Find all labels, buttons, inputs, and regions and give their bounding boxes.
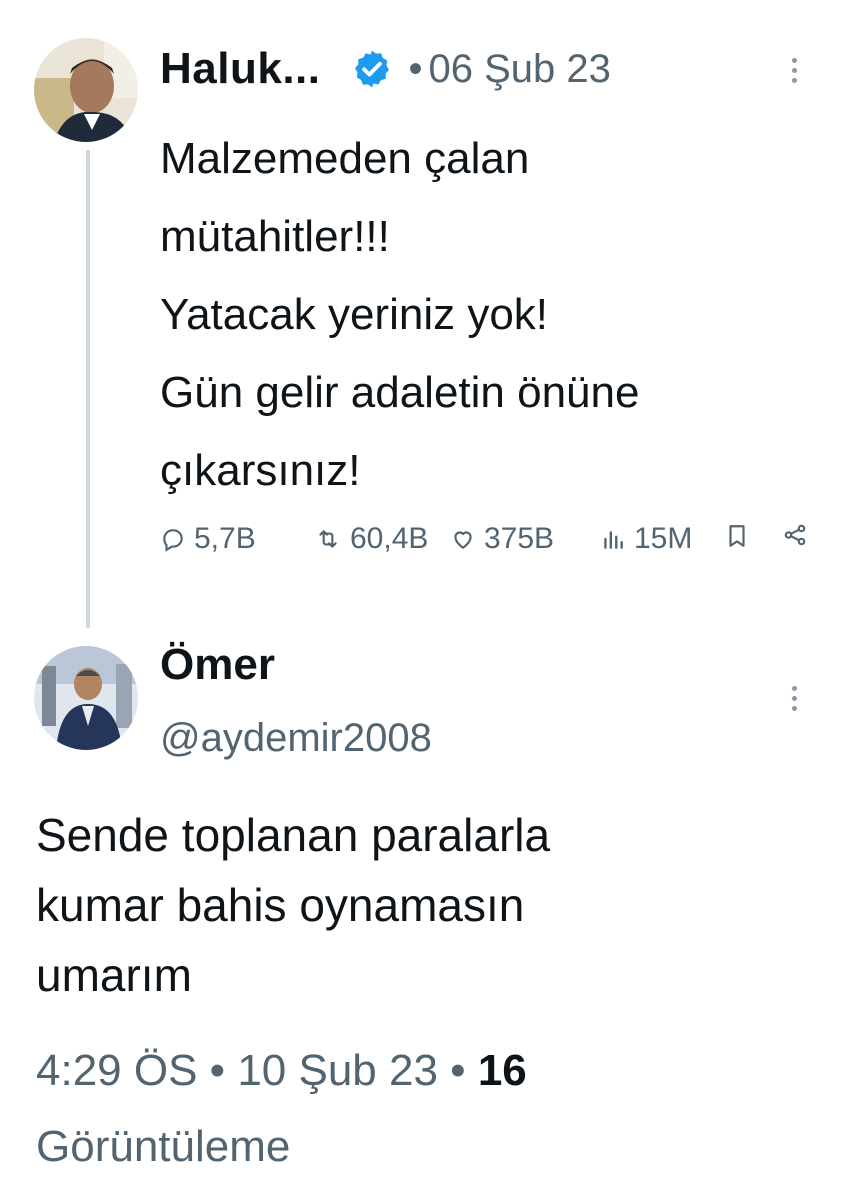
author-name[interactable]: Haluk... — [160, 44, 321, 94]
reply-view-count: 16 — [477, 1046, 527, 1095]
reply-icon — [163, 529, 183, 552]
verified-badge-icon — [351, 48, 393, 90]
retweet-count: 60,4B — [350, 522, 429, 555]
reply-count: 5,7B — [194, 522, 256, 555]
more-options-icon[interactable] — [792, 58, 797, 83]
bookmark-action[interactable] — [724, 522, 758, 550]
reply-action[interactable]: 5,7B — [160, 522, 256, 556]
tweet-text-line: Gün gelir adaletin önüne — [160, 368, 640, 417]
reply-date[interactable]: 10 Şub 23 — [237, 1046, 438, 1095]
reply-view-label: Görüntüleme — [36, 1122, 291, 1171]
reply-author-name[interactable]: Ömer — [160, 640, 275, 690]
separator-dot: • — [450, 1046, 466, 1095]
reply-text-line: Sende toplanan paralarla — [36, 809, 551, 861]
share-icon — [784, 524, 806, 546]
thread-connector-line — [86, 150, 90, 628]
reply-author-avatar[interactable] — [34, 646, 138, 750]
separator-dot: • — [209, 1046, 226, 1095]
reply-text: Sende toplanan paralarla kumar bahis oyn… — [36, 800, 550, 1010]
like-action[interactable]: 375B — [450, 522, 554, 556]
reply-metadata: 4:29 ÖS • 10 Şub 23 • 16 — [36, 1046, 527, 1096]
reply-author-handle[interactable]: @aydemir2008 — [160, 716, 432, 761]
bookmark-icon — [729, 525, 745, 547]
tweet-date[interactable]: 06 Şub 23 — [429, 47, 611, 92]
tweet-text-line: Yatacak yeriniz yok! — [160, 290, 549, 339]
views-icon — [604, 531, 623, 549]
reply-time[interactable]: 4:29 ÖS — [36, 1046, 197, 1095]
like-count: 375B — [484, 522, 555, 555]
tweet-text-line: mütahitler!!! — [160, 212, 390, 261]
like-icon — [454, 531, 472, 549]
retweet-icon — [319, 530, 337, 548]
reply-text-line: kumar bahis oynamasın — [36, 879, 525, 931]
more-options-icon[interactable] — [792, 686, 797, 711]
separator-dot: • — [408, 46, 423, 91]
share-action[interactable] — [782, 522, 816, 548]
retweet-action[interactable]: 60,4B — [314, 522, 428, 556]
tweet-text-line: Malzemeden çalan — [160, 134, 530, 183]
reply-text-line: umarım — [36, 949, 192, 1001]
tweet-text-line: çıkarsınız! — [160, 446, 361, 495]
views-action[interactable]: 15M — [600, 522, 692, 556]
author-avatar[interactable] — [34, 38, 138, 142]
tweet-text: Malzemeden çalan mütahitler!!! Yatacak y… — [160, 120, 639, 510]
views-count: 15M — [634, 522, 693, 555]
